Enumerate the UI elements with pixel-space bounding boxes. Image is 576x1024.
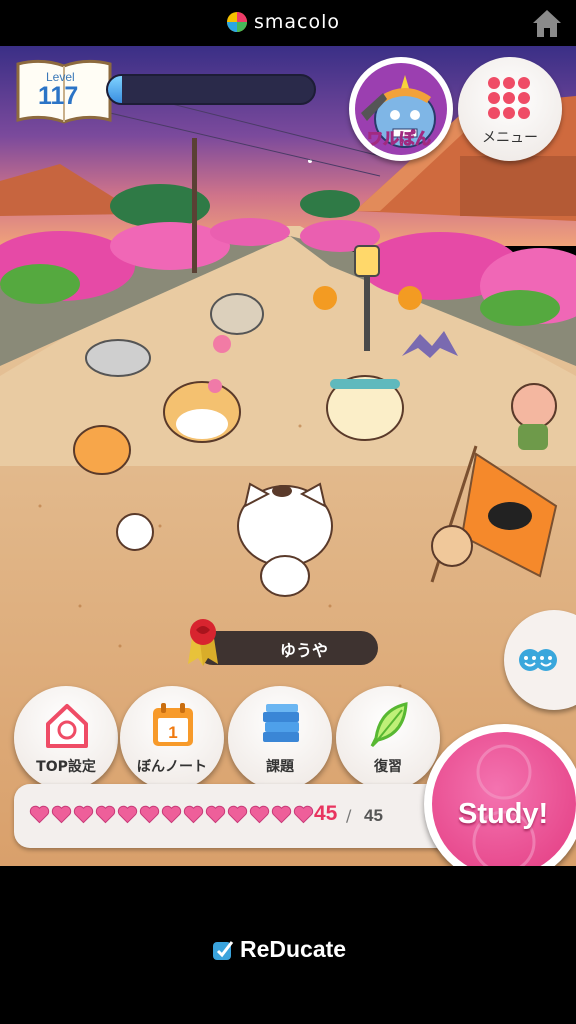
stamina-hearts-bar: 45 / 45 [14,784,484,848]
cat-orange-left [73,425,131,475]
heart-row [28,802,314,826]
rose-ribbon-icon [188,619,218,666]
menu-grid-icon [488,77,530,119]
hearts-current: 45 [314,802,338,825]
smacolo-mark-icon [227,12,247,32]
nav-label: 課題 [266,759,294,775]
heart-icon [271,805,292,824]
nav-label: TOP設定 [36,759,96,775]
menu-button[interactable]: メニュー [458,57,562,161]
friends-faces-icon [519,649,557,671]
hearts-separator: / [346,806,352,825]
player-name: ゆうや [279,641,328,660]
app-screen: smacolo Level 117 ワルぽん メニュー ゆうや TOP設定 1 … [0,0,576,1024]
smacolo-logo: smacolo [226,11,340,33]
cat-small [116,513,154,551]
top-bar: smacolo [0,0,576,46]
heart-icon [205,805,226,824]
nav-label: ぼんノート [137,759,207,775]
assignments-button[interactable]: 課題 [228,686,332,790]
calendar-icon: 1 [153,703,193,746]
heart-icon [73,805,94,824]
bon-note-button[interactable]: 1 ぼんノート [120,686,224,790]
heart-icon [249,805,270,824]
review-button[interactable]: 復習 [336,686,440,790]
nav-label: 復習 [374,759,402,775]
footer-brand-name: ReDucate [240,936,347,962]
top-settings-button[interactable]: TOP設定 [14,686,118,790]
warupon-label: ワルぽん [366,129,432,149]
feather-icon [370,702,408,748]
experience-bar-fill [108,76,123,103]
study-button-face: Study! [432,732,576,876]
books-icon [263,704,299,742]
heart-icon [51,805,72,824]
house-gear-icon [46,704,88,748]
menu-label: メニュー [482,130,538,146]
cat-headband [326,375,404,441]
hearts-max: 45 [364,806,383,825]
heart-icon [139,805,160,824]
study-label: Study! [458,798,549,830]
heart-icon [293,805,314,824]
heart-icon [117,805,138,824]
player-nameplate: ゆうや [196,631,378,665]
reducate-mark-icon [213,940,234,960]
experience-bar [106,74,316,105]
footer: ReDucate [0,866,576,1024]
calendar-badge: 1 [168,723,177,742]
cat-grey-left [85,339,151,377]
heart-icon [95,805,116,824]
study-button[interactable]: Study! [424,724,576,884]
heart-icon [227,805,248,824]
home-icon[interactable] [530,6,564,40]
brand-name: smacolo [254,11,341,33]
heart-icon [29,805,50,824]
reducate-logo: ReDucate [212,936,346,963]
heart-icon [183,805,204,824]
level-value: 117 [38,82,79,110]
heart-icon [161,805,182,824]
